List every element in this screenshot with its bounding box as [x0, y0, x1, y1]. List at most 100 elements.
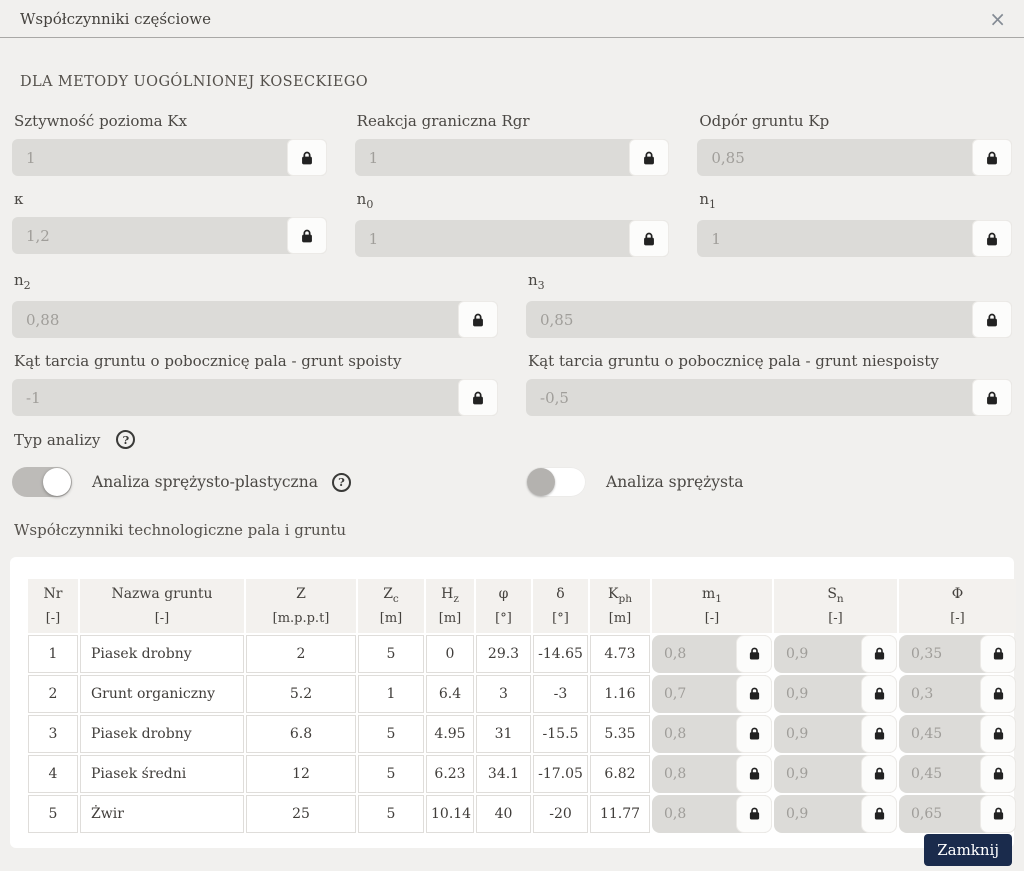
lock-icon[interactable]	[287, 139, 327, 176]
soil-table: Nr[-] Nazwa gruntu[-] Z[m.p.p.t] Zc[m] H…	[26, 577, 1018, 835]
col-header-delta: δ[°]	[533, 579, 588, 633]
phi-tech-input-group	[899, 635, 1016, 673]
soil-table-header-row: Nr[-] Nazwa gruntu[-] Z[m.p.p.t] Zc[m] H…	[28, 579, 1016, 633]
col-header-z: Z[m.p.p.t]	[246, 579, 356, 633]
col-header-nr: Nr[-]	[28, 579, 78, 633]
lock-icon[interactable]	[980, 755, 1016, 793]
cell-kph: 6.82	[590, 755, 650, 793]
phi-tech-input-group	[899, 755, 1016, 793]
lock-icon[interactable]	[736, 795, 772, 833]
cell-sn	[774, 755, 897, 793]
m1-input[interactable]	[652, 675, 736, 713]
m1-input-group	[652, 675, 772, 713]
field-n3-input-group	[526, 301, 1012, 338]
help-icon[interactable]: ?	[332, 473, 351, 492]
field-n0-input[interactable]	[355, 220, 630, 257]
lock-icon[interactable]	[629, 220, 669, 257]
lock-icon[interactable]	[736, 755, 772, 793]
field-n1-input[interactable]	[697, 220, 972, 257]
phi-tech-input[interactable]	[899, 795, 980, 833]
sn-input[interactable]	[774, 795, 861, 833]
field-n1: n1	[697, 190, 1012, 257]
cell-phi-tech	[899, 635, 1016, 673]
lock-icon[interactable]	[861, 795, 897, 833]
toggle-group-plastic: Analiza sprężysto-plastyczna ?	[12, 467, 498, 497]
cell-phi: 40	[476, 795, 531, 833]
cell-m1	[652, 755, 772, 793]
phi-tech-input[interactable]	[899, 675, 980, 713]
lock-icon[interactable]	[972, 139, 1012, 176]
field-n3-input[interactable]	[526, 301, 972, 338]
lock-icon[interactable]	[736, 715, 772, 753]
field-friction-cohesive-input[interactable]	[12, 379, 458, 416]
field-row-4: Kąt tarcia gruntu o pobocznicę pala - gr…	[12, 352, 1012, 416]
field-kp-input[interactable]	[697, 139, 972, 176]
m1-input[interactable]	[652, 715, 736, 753]
lock-icon[interactable]	[861, 635, 897, 673]
cell-phi-tech	[899, 795, 1016, 833]
cell-sn	[774, 675, 897, 713]
sn-input[interactable]	[774, 675, 861, 713]
col-header-phi: φ[°]	[476, 579, 531, 633]
field-n2-label: n2	[14, 271, 498, 292]
field-kx-input[interactable]	[12, 139, 287, 176]
m1-input[interactable]	[652, 635, 736, 673]
field-friction-cohesive-input-group	[12, 379, 498, 416]
cell-zc: 5	[358, 635, 424, 673]
phi-tech-input[interactable]	[899, 635, 980, 673]
phi-tech-input[interactable]	[899, 715, 980, 753]
sn-input[interactable]	[774, 755, 861, 793]
m1-input[interactable]	[652, 795, 736, 833]
modal-body: DLA METODY UOGÓLNIONEJ KOSECKIEGO Sztywn…	[0, 38, 1024, 848]
field-n2-input-group	[12, 301, 498, 338]
lock-icon[interactable]	[980, 795, 1016, 833]
cell-nr: 5	[28, 795, 78, 833]
lock-icon[interactable]	[458, 379, 498, 416]
cell-soil-name: Żwir	[80, 795, 244, 833]
lock-icon[interactable]	[972, 220, 1012, 257]
lock-icon[interactable]	[861, 675, 897, 713]
m1-input-group	[652, 635, 772, 673]
lock-icon[interactable]	[980, 675, 1016, 713]
cell-zc: 1	[358, 675, 424, 713]
toggle-elastic[interactable]	[526, 467, 586, 497]
field-n3: n3	[526, 271, 1012, 338]
lock-icon[interactable]	[972, 379, 1012, 416]
cell-m1	[652, 795, 772, 833]
sn-input[interactable]	[774, 715, 861, 753]
lock-icon[interactable]	[980, 715, 1016, 753]
phi-tech-input[interactable]	[899, 755, 980, 793]
toggle-elastic-plastic[interactable]	[12, 467, 72, 497]
analysis-toggles: Analiza sprężysto-plastyczna ? Analiza s…	[12, 467, 1012, 497]
col-header-zc: Zc[m]	[358, 579, 424, 633]
lock-icon[interactable]	[287, 217, 327, 254]
field-rgr-input[interactable]	[355, 139, 630, 176]
sn-input[interactable]	[774, 635, 861, 673]
lock-icon[interactable]	[861, 715, 897, 753]
lock-icon[interactable]	[980, 635, 1016, 673]
cell-nr: 4	[28, 755, 78, 793]
zamknij-button[interactable]: Zamknij	[924, 834, 1012, 866]
cell-kph: 4.73	[590, 635, 650, 673]
field-friction-noncohesive-input[interactable]	[526, 379, 972, 416]
lock-icon[interactable]	[458, 301, 498, 338]
close-icon[interactable]: ×	[989, 9, 1006, 29]
table-row: 3 Piasek drobny 6.8 5 4.95 31 -15.5 5.35	[28, 715, 1016, 753]
lock-icon[interactable]	[861, 755, 897, 793]
help-icon[interactable]: ?	[116, 430, 135, 449]
cell-z: 12	[246, 755, 356, 793]
m1-input-group	[652, 795, 772, 833]
cell-kph: 5.35	[590, 715, 650, 753]
m1-input[interactable]	[652, 755, 736, 793]
lock-icon[interactable]	[629, 139, 669, 176]
cell-zc: 5	[358, 715, 424, 753]
field-kappa: κ	[12, 190, 327, 257]
field-kappa-input[interactable]	[12, 217, 287, 254]
field-n2-input[interactable]	[12, 301, 458, 338]
cell-phi-tech	[899, 715, 1016, 753]
field-n1-label: n1	[699, 190, 1012, 211]
lock-icon[interactable]	[972, 301, 1012, 338]
lock-icon[interactable]	[736, 675, 772, 713]
modal-title: Współczynniki częściowe	[20, 10, 211, 28]
lock-icon[interactable]	[736, 635, 772, 673]
